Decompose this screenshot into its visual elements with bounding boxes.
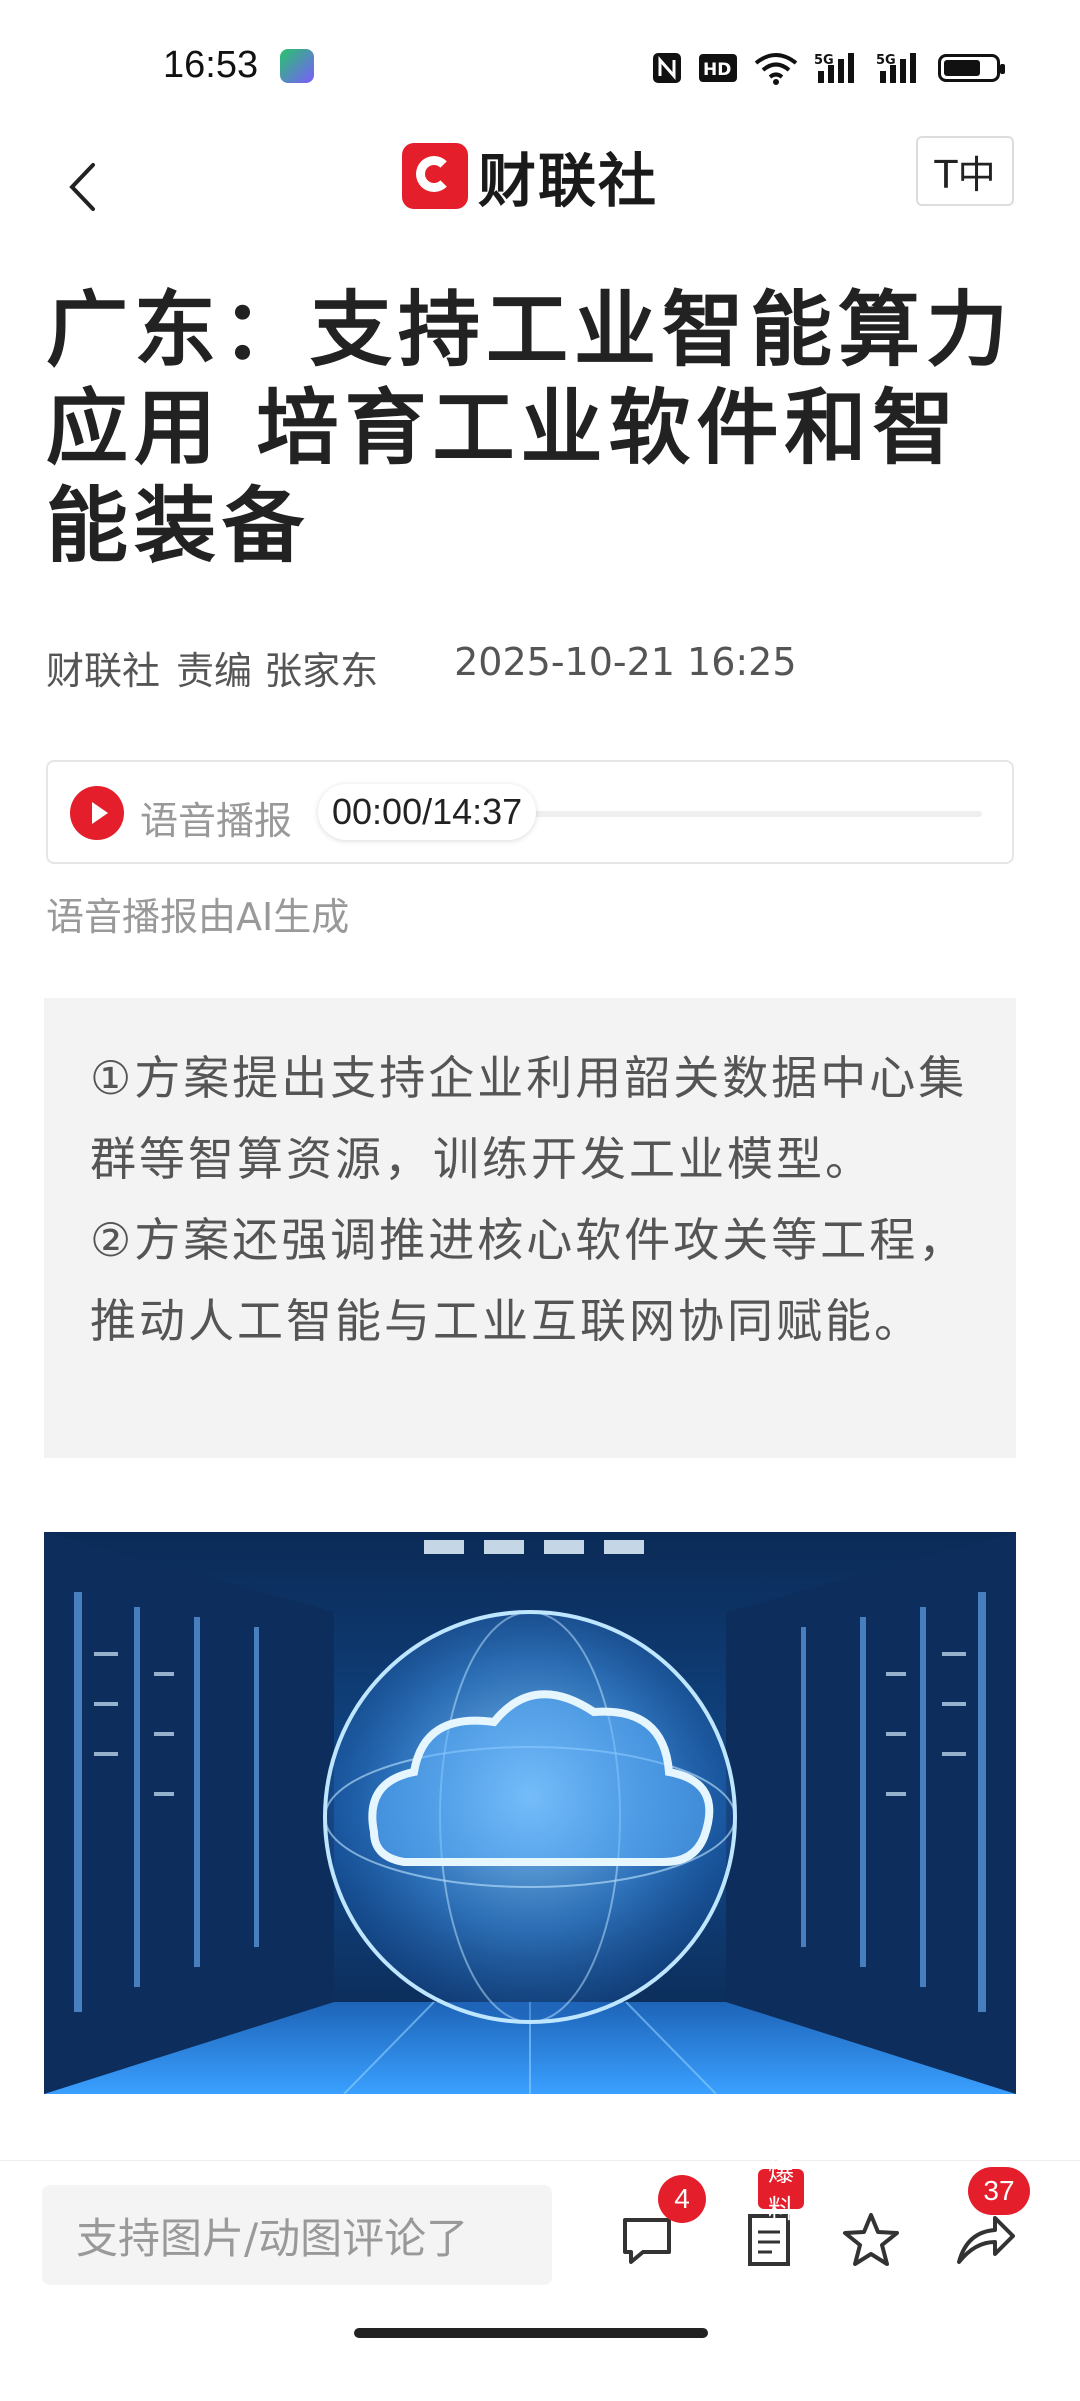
cloud-data-center-image [44, 1532, 1016, 2094]
share-button[interactable]: 37 [950, 2167, 1030, 2275]
article-summary: ①方案提出支持企业利用韶关数据中心集群等智算资源，训练开发工业模型。 ②方案还强… [44, 998, 1016, 1458]
article-hero-image[interactable] [44, 1532, 1016, 2094]
bottom-action-bar: 支持图片/动图评论了 4 爆料 37 [0, 2158, 1080, 2401]
audio-player: 语音播报 00:00/14:37 [46, 760, 1014, 864]
logo-c-icon [402, 143, 468, 209]
report-button[interactable]: 爆料 [734, 2158, 805, 2275]
article-title: 广东：支持工业智能算力应用 培育工业软件和智能装备 [46, 283, 1015, 574]
signal-5g-icon: 5G [876, 53, 916, 83]
audio-label: 语音播报 [140, 799, 293, 843]
audio-time[interactable]: 00:00/14:37 [318, 784, 537, 840]
hd-icon: HD [699, 54, 737, 82]
article-editor: 责编 张家东 [176, 649, 379, 693]
article-datetime: 2025-10-21 16:25 [454, 640, 797, 684]
status-time: 16:53 [163, 44, 259, 86]
font-size-button[interactable]: T中 [916, 136, 1014, 206]
summary-point: ①方案提出支持企业利用韶关数据中心集群等智算资源，训练开发工业模型。 [90, 1051, 968, 1186]
article-meta: 财联社 责编 张家东 2025-10-21 16:25 [46, 640, 797, 695]
comment-input[interactable]: 支持图片/动图评论了 [42, 2185, 552, 2285]
home-indicator[interactable] [354, 2328, 708, 2338]
app-badge-icon [280, 49, 314, 83]
chevron-left-icon [69, 163, 95, 211]
status-icons: HD 5G 5G [652, 48, 1005, 88]
battery-icon [938, 54, 1005, 82]
logo-text: 财联社 [478, 147, 659, 215]
wifi-icon [754, 53, 798, 85]
play-button[interactable] [70, 786, 124, 840]
article-source: 财联社 [46, 649, 161, 693]
audio-ai-note: 语音播报由AI生成 [46, 895, 350, 939]
comment-button[interactable]: 4 [612, 2175, 706, 2275]
top-nav-bar: 财联社 T中 [0, 130, 1080, 250]
status-bar: 16:53 HD 5G 5G [0, 0, 1080, 130]
comment-count-badge: 4 [658, 2175, 706, 2223]
summary-point: ②方案还强调推进核心软件攻关等工程，推动人工智能与工业互联网协同赋能。 [90, 1213, 968, 1348]
app-logo: 财联社 [402, 136, 658, 216]
share-count-badge: 37 [968, 2167, 1030, 2215]
comment-icon [623, 2218, 671, 2264]
signal-5g-icon: 5G [814, 53, 854, 83]
nfc-icon [653, 53, 681, 83]
back-button[interactable] [52, 152, 112, 222]
svg-text:HD: HD [703, 60, 731, 80]
star-icon [843, 2213, 899, 2266]
share-icon [957, 2216, 1015, 2264]
favorite-button[interactable] [836, 2205, 906, 2275]
report-tag: 爆料 [758, 2158, 805, 2225]
